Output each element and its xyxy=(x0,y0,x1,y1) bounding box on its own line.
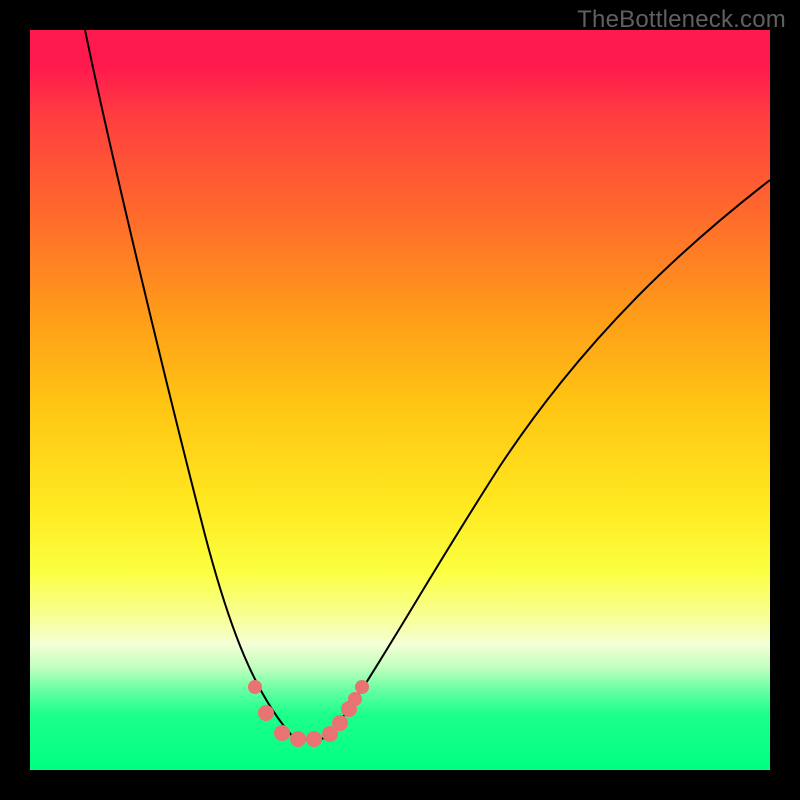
bottleneck-curve xyxy=(30,30,770,770)
watermark-text: TheBottleneck.com xyxy=(577,6,786,34)
marker-dot xyxy=(274,725,290,741)
chart-frame: TheBottleneck.com xyxy=(0,0,800,800)
plot-area xyxy=(30,30,770,770)
marker-dot xyxy=(258,705,274,721)
marker-dot xyxy=(248,680,262,694)
marker-dot xyxy=(355,680,369,694)
marker-dot xyxy=(348,692,362,706)
marker-dot xyxy=(332,715,348,731)
curve-markers xyxy=(248,680,369,747)
curve-left-branch xyxy=(85,30,294,738)
curve-right-branch xyxy=(326,180,770,738)
marker-dot xyxy=(306,731,322,747)
marker-dot xyxy=(290,731,306,747)
